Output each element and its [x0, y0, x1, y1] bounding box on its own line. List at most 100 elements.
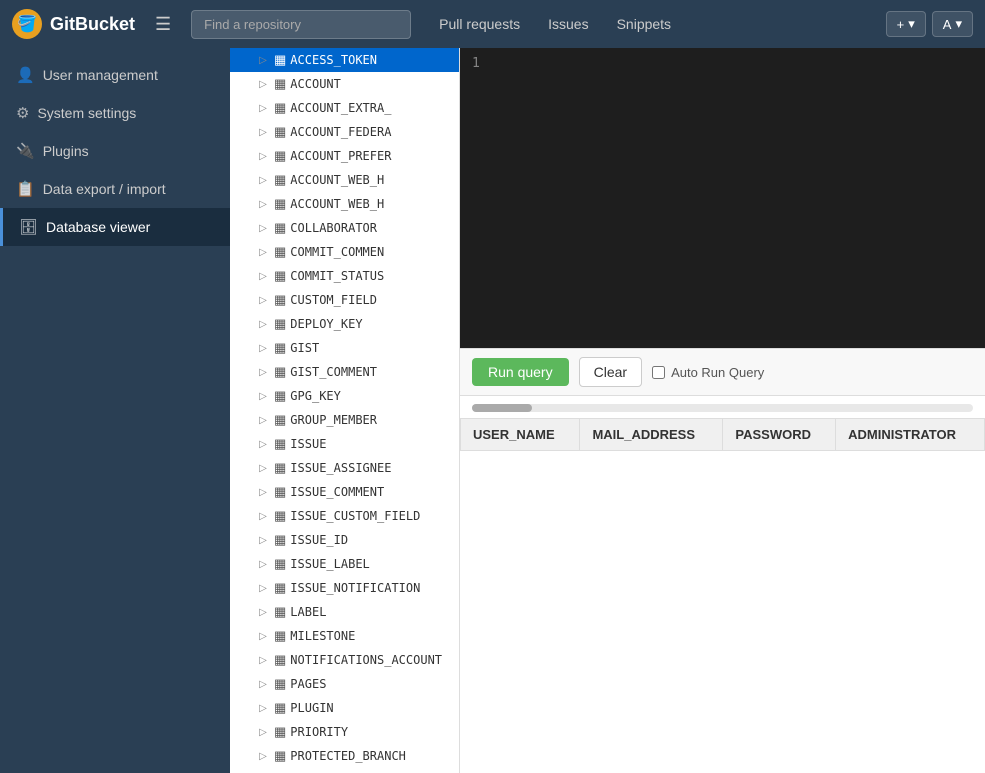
- tree-item-label: PROTECTED_BRANCH: [290, 749, 406, 763]
- clear-button[interactable]: Clear: [579, 357, 642, 387]
- tree-item[interactable]: ▷ ▦ ACCESS_TOKEN: [230, 48, 459, 72]
- tree-expander: ▷: [256, 703, 270, 714]
- tree-item[interactable]: ▷ ▦ ACCOUNT_EXTRA_: [230, 96, 459, 120]
- table-icon: ▦: [274, 52, 286, 68]
- tree-item-label: ISSUE: [290, 437, 326, 451]
- tree-item-label: GROUP_MEMBER: [290, 413, 377, 427]
- tree-expander: ▷: [256, 55, 270, 66]
- issues-link[interactable]: Issues: [536, 10, 600, 38]
- user-icon: 👤: [16, 66, 35, 84]
- tree-item[interactable]: ▷ ▦ NOTIFICATIONS_ACCOUNT: [230, 648, 459, 672]
- table-icon: ▦: [274, 100, 286, 116]
- table-icon: ▦: [274, 364, 286, 380]
- sidebar-label-user-management: User management: [43, 67, 158, 83]
- table-icon: ▦: [274, 196, 286, 212]
- tree-expander: ▷: [256, 199, 270, 210]
- chevron-down-icon-user: ▾: [955, 16, 962, 32]
- tree-item[interactable]: ▷ ▦ CUSTOM_FIELD: [230, 288, 459, 312]
- tree-item[interactable]: ▷ ▦ ACCOUNT_FEDERA: [230, 120, 459, 144]
- tree-item-label: PRIORITY: [290, 725, 348, 739]
- chevron-down-icon: ▾: [908, 16, 915, 32]
- tree-item[interactable]: ▷ ▦ COMMIT_STATUS: [230, 264, 459, 288]
- tree-item[interactable]: ▷ ▦ DEPLOY_KEY: [230, 312, 459, 336]
- tree-item[interactable]: ▷ ▦ ISSUE_NOTIFICATION: [230, 576, 459, 600]
- user-menu-button[interactable]: A ▾: [932, 11, 973, 37]
- tree-item[interactable]: ▷ ▦ GIST: [230, 336, 459, 360]
- tree-item[interactable]: ▷ ▦ ISSUE: [230, 432, 459, 456]
- sidebar-label-database-viewer: Database viewer: [46, 219, 150, 235]
- navbar-toggle-button[interactable]: ☰: [147, 10, 179, 39]
- tree-expander: ▷: [256, 175, 270, 186]
- brand-icon: 🪣: [12, 9, 42, 39]
- sidebar-item-system-settings[interactable]: ⚙ System settings: [0, 94, 230, 132]
- table-icon: ▦: [274, 220, 286, 236]
- brand-link[interactable]: 🪣 GitBucket: [12, 9, 135, 39]
- tree-item[interactable]: ▷ ▦ GROUP_MEMBER: [230, 408, 459, 432]
- tree-item[interactable]: ▷ ▦ ISSUE_COMMENT: [230, 480, 459, 504]
- tree-expander: ▷: [256, 271, 270, 282]
- tree-panel: ▷ ▦ ACCESS_TOKEN ▷ ▦ ACCOUNT ▷ ▦ ACCOUNT…: [230, 48, 460, 773]
- tree-item-label: COLLABORATOR: [290, 221, 377, 235]
- auto-run-checkbox[interactable]: [652, 366, 665, 379]
- table-icon: ▦: [274, 436, 286, 452]
- sidebar-item-plugins[interactable]: 🔌 Plugins: [0, 132, 230, 170]
- tree-item[interactable]: ▷ ▦ ISSUE_ID: [230, 528, 459, 552]
- tree-item-label: MILESTONE: [290, 629, 355, 643]
- table-icon: ▦: [274, 268, 286, 284]
- tree-item[interactable]: ▷ ▦ PLUGIN: [230, 696, 459, 720]
- sidebar-item-data-export[interactable]: 📋 Data export / import: [0, 170, 230, 208]
- tree-item[interactable]: ▷ ▦ ISSUE_ASSIGNEE: [230, 456, 459, 480]
- tree-expander: ▷: [256, 367, 270, 378]
- results-table: USER_NAMEMAIL_ADDRESSPASSWORDADMINISTRAT…: [460, 418, 985, 451]
- horizontal-scrollbar[interactable]: [472, 404, 973, 412]
- auto-run-label[interactable]: Auto Run Query: [652, 365, 764, 380]
- query-editor[interactable]: 1: [460, 48, 985, 348]
- tree-item[interactable]: ▷ ▦ LABEL: [230, 600, 459, 624]
- search-input[interactable]: [191, 10, 411, 39]
- tree-item[interactable]: ▷ ▦ PRIORITY: [230, 720, 459, 744]
- user-avatar-label: A: [943, 17, 952, 32]
- run-query-button[interactable]: Run query: [472, 358, 569, 386]
- tree-expander: ▷: [256, 343, 270, 354]
- tree-item[interactable]: ▷ ▦ COLLABORATOR: [230, 216, 459, 240]
- auto-run-text: Auto Run Query: [671, 365, 764, 380]
- table-icon: ▦: [274, 700, 286, 716]
- tree-expander: ▷: [256, 727, 270, 738]
- snippets-link[interactable]: Snippets: [605, 10, 683, 38]
- tree-item[interactable]: ▷ ▦ ACCOUNT_PREFER: [230, 144, 459, 168]
- table-icon: ▦: [274, 508, 286, 524]
- tree-item[interactable]: ▷ ▦ COMMIT_COMMEN: [230, 240, 459, 264]
- table-icon: ▦: [274, 604, 286, 620]
- tree-item-label: ACCOUNT: [290, 77, 341, 91]
- tree-item[interactable]: ▷ ▦ PAGES: [230, 672, 459, 696]
- tree-item-label: ISSUE_ID: [290, 533, 348, 547]
- table-icon: ▦: [274, 76, 286, 92]
- gear-icon: ⚙: [16, 104, 29, 122]
- tree-item[interactable]: ▷ ▦ PROTECTED_BRANCH: [230, 744, 459, 768]
- sidebar-item-user-management[interactable]: 👤 User management: [0, 56, 230, 94]
- new-action-button[interactable]: + ▾: [886, 11, 926, 37]
- table-icon: ▦: [274, 460, 286, 476]
- tree-item[interactable]: ▷ ▦ ISSUE_LABEL: [230, 552, 459, 576]
- sidebar-item-database-viewer[interactable]: 🗄 Database viewer: [0, 208, 230, 246]
- database-icon: 🗄: [19, 218, 38, 236]
- tree-item[interactable]: ▷ ▦ ACCOUNT: [230, 72, 459, 96]
- tree-expander: ▷: [256, 535, 270, 546]
- tree-item-label: ISSUE_CUSTOM_FIELD: [290, 509, 420, 523]
- tree-item[interactable]: ▷ ▦ ACCOUNT_WEB_H: [230, 168, 459, 192]
- table-icon: ▦: [274, 724, 286, 740]
- tree-item-label: GIST: [290, 341, 319, 355]
- tree-expander: ▷: [256, 103, 270, 114]
- tree-item[interactable]: ▷ ▦ GIST_COMMENT: [230, 360, 459, 384]
- column-header: ADMINISTRATOR: [836, 419, 985, 451]
- tree-item[interactable]: ▷ ▦ ISSUE_CUSTOM_FIELD: [230, 504, 459, 528]
- column-header: USER_NAME: [461, 419, 580, 451]
- tree-item[interactable]: ▷ ▦ GPG_KEY: [230, 384, 459, 408]
- tree-item[interactable]: ▷ ▦ MILESTONE: [230, 624, 459, 648]
- pull-requests-link[interactable]: Pull requests: [427, 10, 532, 38]
- tree-item[interactable]: ▷ ▦ ACCOUNT_WEB_H: [230, 192, 459, 216]
- table-icon: ▦: [274, 748, 286, 764]
- line-number: 1: [472, 56, 480, 71]
- table-icon: ▦: [274, 340, 286, 356]
- tree-item-label: ISSUE_LABEL: [290, 557, 369, 571]
